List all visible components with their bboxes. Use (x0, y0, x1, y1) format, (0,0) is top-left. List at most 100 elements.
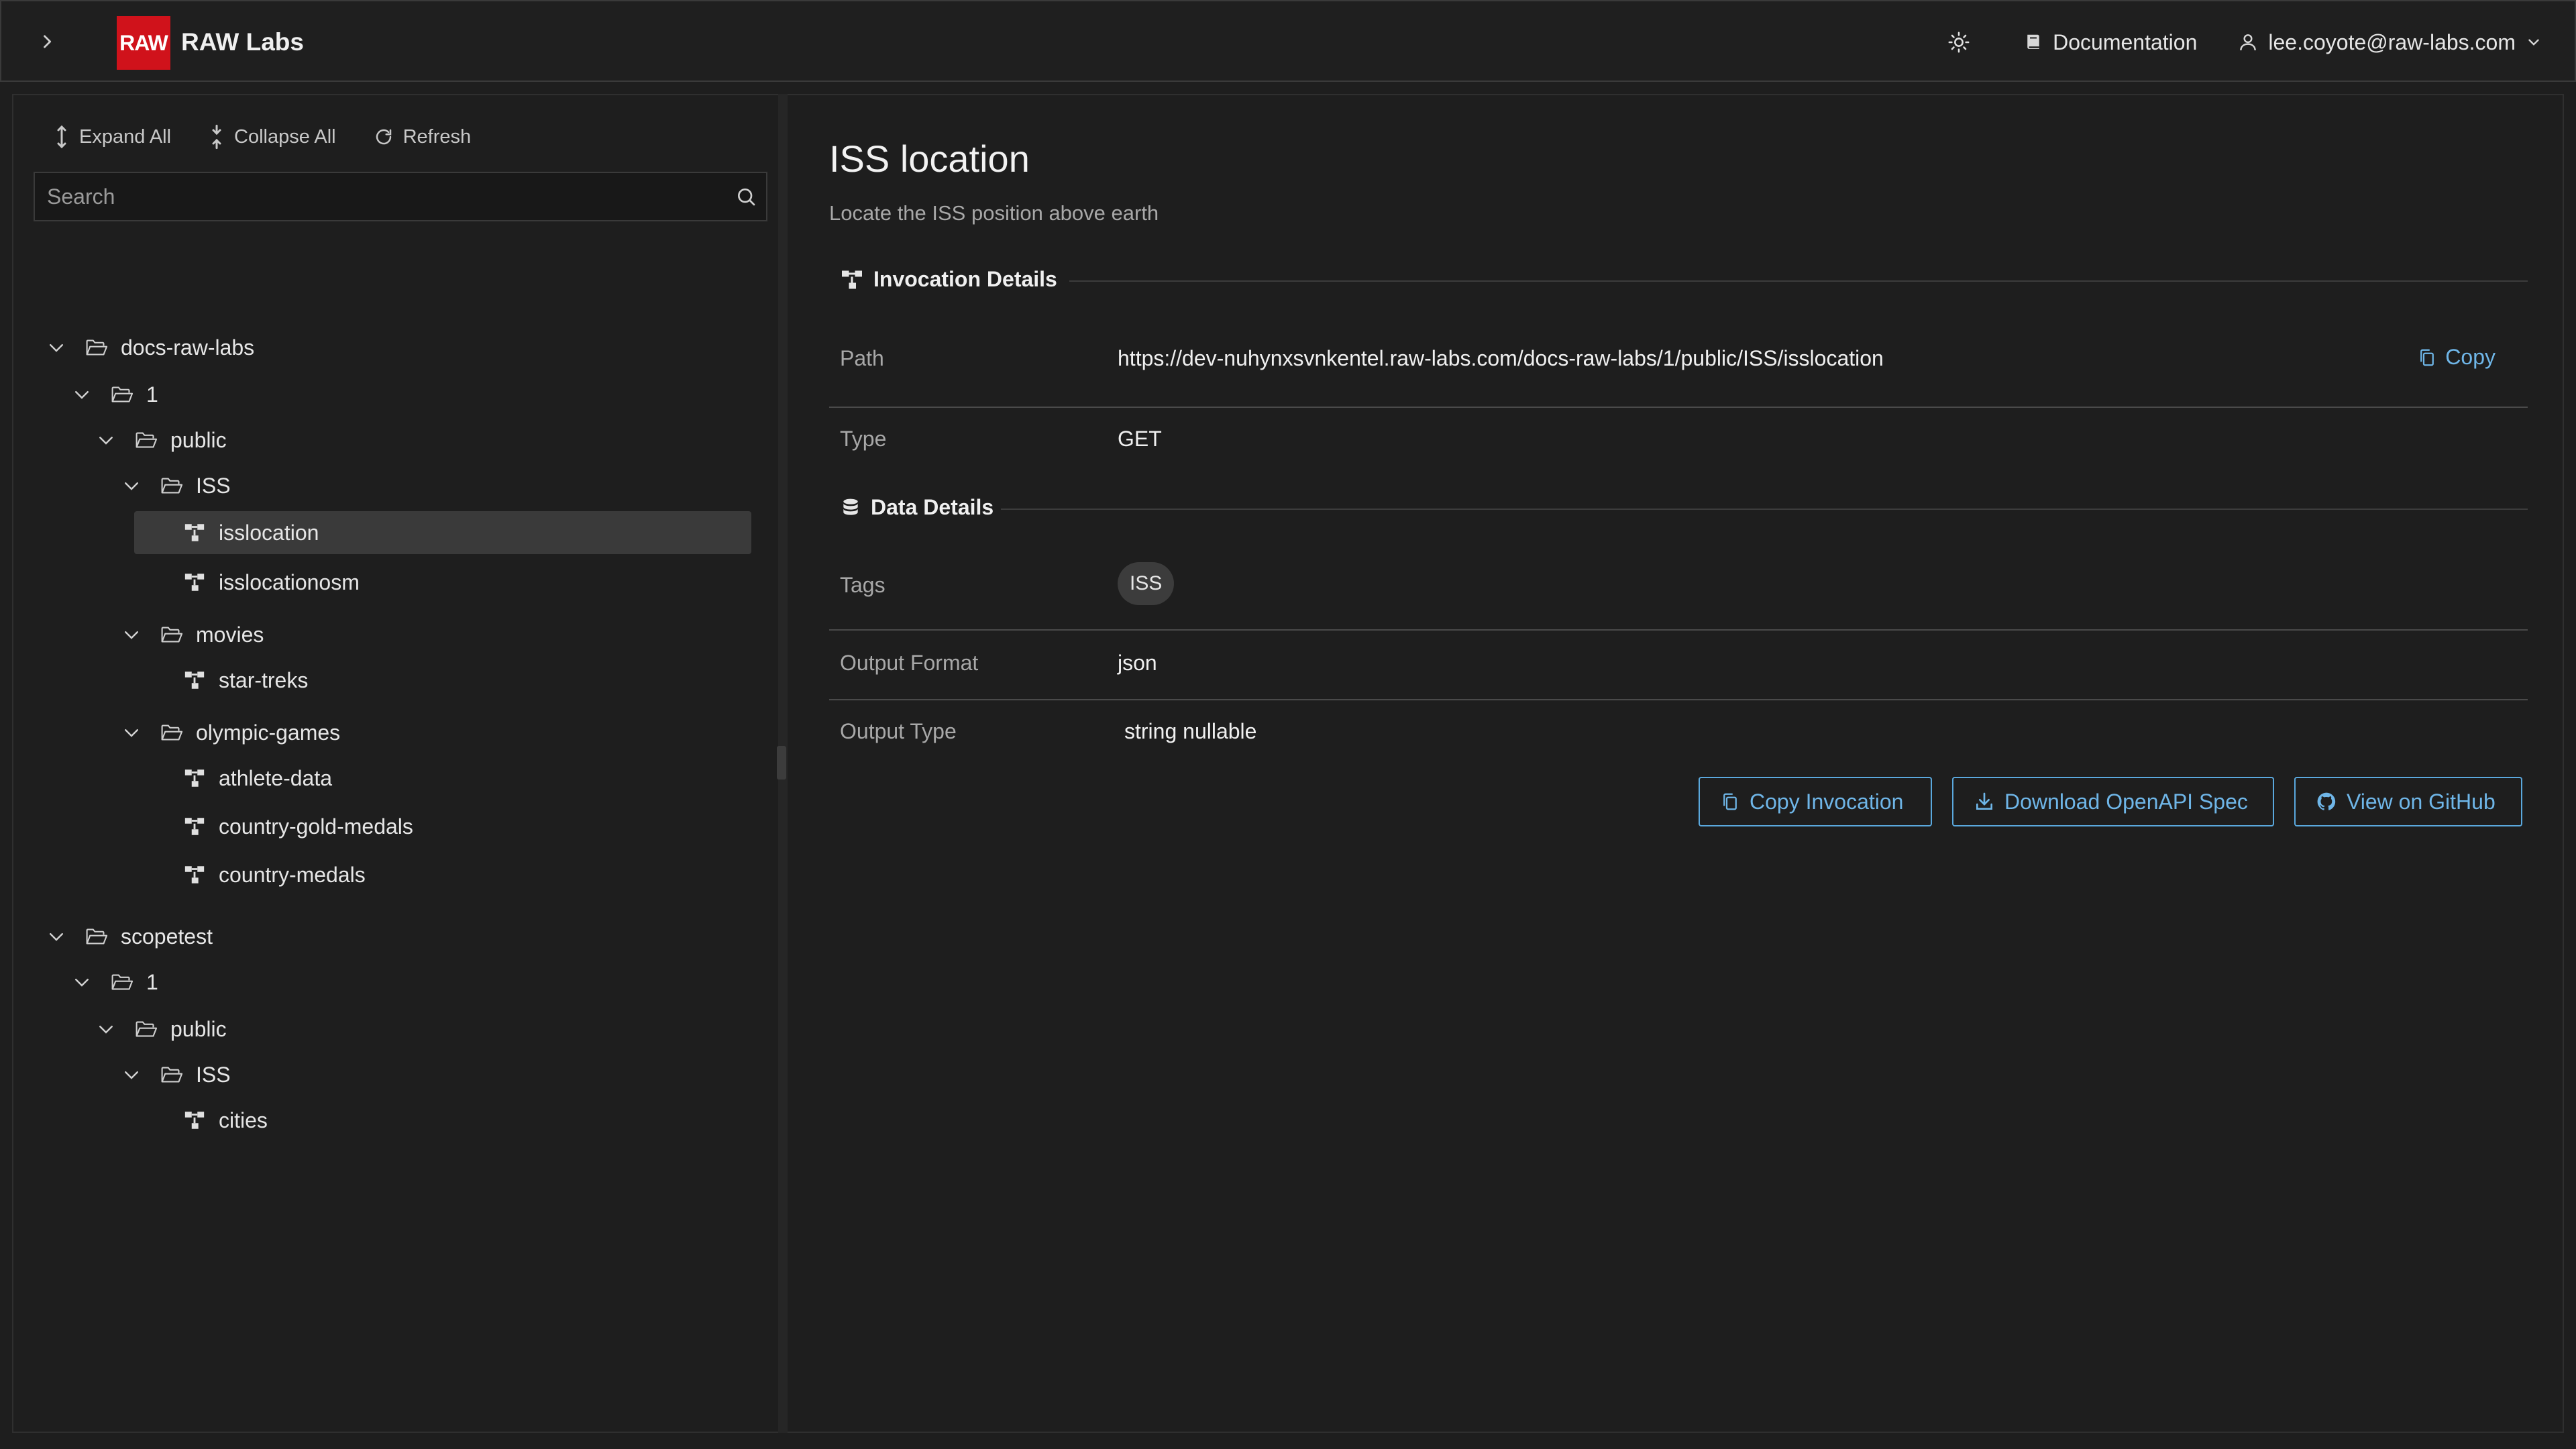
tree-folder-item[interactable]: ISS (118, 464, 231, 507)
tree-item-label: country-gold-medals (219, 814, 413, 839)
copy-path-button[interactable]: Copy (2417, 345, 2496, 370)
type-label: Type (840, 427, 887, 451)
user-menu[interactable]: lee.coyote@raw-labs.com (2237, 30, 2542, 55)
folder-icon-wrap (158, 719, 185, 746)
view-github-button[interactable]: View on GitHub (2294, 777, 2522, 826)
expand-toggle[interactable] (118, 472, 145, 499)
tree-item-label: public (170, 1016, 227, 1041)
tree-item-label: athlete-data (219, 765, 333, 790)
tree-folder-item[interactable]: docs-raw-labs (43, 326, 254, 369)
folder-icon-wrap (133, 427, 160, 453)
tree-folder-item[interactable]: public (93, 419, 227, 462)
search-button[interactable] (726, 186, 766, 207)
tree-folder-item[interactable]: 1 (68, 373, 158, 416)
collapse-all-button[interactable]: Collapse All (209, 123, 336, 150)
expand-toggle[interactable] (93, 427, 119, 453)
invocation-details-heading: Invocation Details (840, 267, 1057, 292)
expand-toggle[interactable] (118, 621, 145, 648)
expand-all-label: Expand All (79, 125, 172, 148)
documentation-label: Documentation (2053, 30, 2198, 54)
tree-item-label: isslocationosm (219, 570, 360, 594)
download-icon (1976, 792, 1992, 810)
chevron-down-icon (99, 437, 113, 445)
chevron-down-icon (125, 729, 138, 737)
sun-icon (1948, 32, 1970, 53)
folder-open-icon (161, 724, 183, 741)
expand-toggle[interactable] (68, 969, 95, 996)
tree-endpoint-item[interactable]: isslocationosm (181, 561, 360, 604)
tree-endpoint-item[interactable]: isslocation (134, 511, 751, 554)
tags-row: Tags ISS (829, 562, 2528, 619)
endpoint-details-panel: ISS location Locate the ISS position abo… (788, 94, 2564, 1433)
tree-folder-item[interactable]: movies (118, 613, 264, 656)
expand-all-button[interactable]: Expand All (54, 123, 171, 150)
tree-item-label: docs-raw-labs (121, 335, 255, 360)
tree-endpoint-item[interactable]: athlete-data (181, 757, 332, 800)
tree-endpoint-item[interactable]: country-gold-medals (181, 805, 413, 848)
tree-endpoint-item[interactable]: cities (181, 1099, 268, 1142)
sidebar-toggle-button[interactable] (34, 28, 60, 55)
copy-invocation-button[interactable]: Copy Invocation (1699, 777, 1932, 826)
expand-toggle[interactable] (43, 334, 70, 361)
expand-icon (57, 125, 66, 149)
user-icon (2240, 34, 2257, 51)
tree-item-label: isslocation (219, 520, 319, 545)
endpoint-icon-wrap (181, 765, 208, 792)
tree-item-label: scopetest (121, 924, 213, 949)
data-heading-text: Data Details (871, 495, 994, 519)
type-value: GET (1118, 427, 1162, 451)
theme-toggle-button[interactable] (1943, 26, 1975, 58)
copy-icon (2420, 349, 2434, 366)
tree-item-label: ISS (196, 1062, 231, 1087)
tree-folder-item[interactable]: ISS (118, 1053, 231, 1096)
tree-item-label: 1 (146, 969, 158, 994)
chevron-down-icon (99, 1026, 113, 1034)
tree-folder-item[interactable]: scopetest (43, 915, 213, 958)
chevron-down-icon (75, 391, 89, 399)
splitter-handle[interactable] (777, 746, 786, 780)
tree-folder-item[interactable]: public (93, 1008, 227, 1051)
download-openapi-button[interactable]: Download OpenAPI Spec (1952, 777, 2274, 826)
chevron-down-icon (125, 482, 138, 490)
output-type-value: string nullable (1124, 719, 1257, 743)
output-format-value: json (1118, 651, 1157, 675)
row-divider (829, 629, 2528, 631)
tree-endpoint-item[interactable]: country-medals (181, 853, 366, 896)
tree-item-label: country-medals (219, 862, 366, 887)
github-icon (2317, 792, 2336, 810)
expand-toggle[interactable] (93, 1016, 119, 1042)
folder-icon-wrap (133, 1016, 160, 1042)
folder-open-icon (111, 386, 133, 402)
refresh-icon (376, 129, 391, 145)
expand-toggle[interactable] (118, 719, 145, 746)
search-icon (738, 189, 755, 206)
endpoint-icon (842, 270, 862, 288)
expand-toggle[interactable] (43, 923, 70, 950)
tree-folder-item[interactable]: olympic-games (118, 711, 340, 754)
folder-icon-wrap (158, 472, 185, 499)
tree-folder-item[interactable]: 1 (68, 961, 158, 1004)
header-actions: Documentation lee.coyote@raw-labs.com (1943, 1, 2542, 83)
view-github-label: View on GitHub (2347, 789, 2496, 814)
chevron-down-icon (50, 933, 63, 941)
path-row: Path https://dev-nuhynxsvnkentel.raw-lab… (829, 345, 2528, 386)
tree-item-label: star-treks (219, 667, 309, 692)
database-icon (843, 498, 858, 515)
tree-toolbar: Expand All Collapse All Refresh (54, 123, 471, 150)
folder-open-icon (161, 627, 183, 643)
type-row: Type GET (829, 427, 2528, 467)
tree-item-label: olympic-games (196, 720, 341, 745)
folder-icon-wrap (109, 969, 136, 996)
endpoint-icon-wrap (181, 1107, 208, 1134)
search-input[interactable] (35, 173, 726, 220)
tree-endpoint-item[interactable]: star-treks (181, 659, 308, 702)
brand-name: RAW Labs (181, 28, 304, 56)
refresh-button[interactable]: Refresh (374, 123, 471, 150)
expand-toggle[interactable] (118, 1061, 145, 1088)
row-divider (829, 407, 2528, 408)
chevron-down-icon (125, 631, 138, 639)
expand-toggle[interactable] (68, 381, 95, 408)
chevron-down-icon (2528, 39, 2539, 46)
folder-open-icon (136, 1021, 158, 1037)
documentation-link[interactable]: Documentation (2023, 30, 2197, 55)
